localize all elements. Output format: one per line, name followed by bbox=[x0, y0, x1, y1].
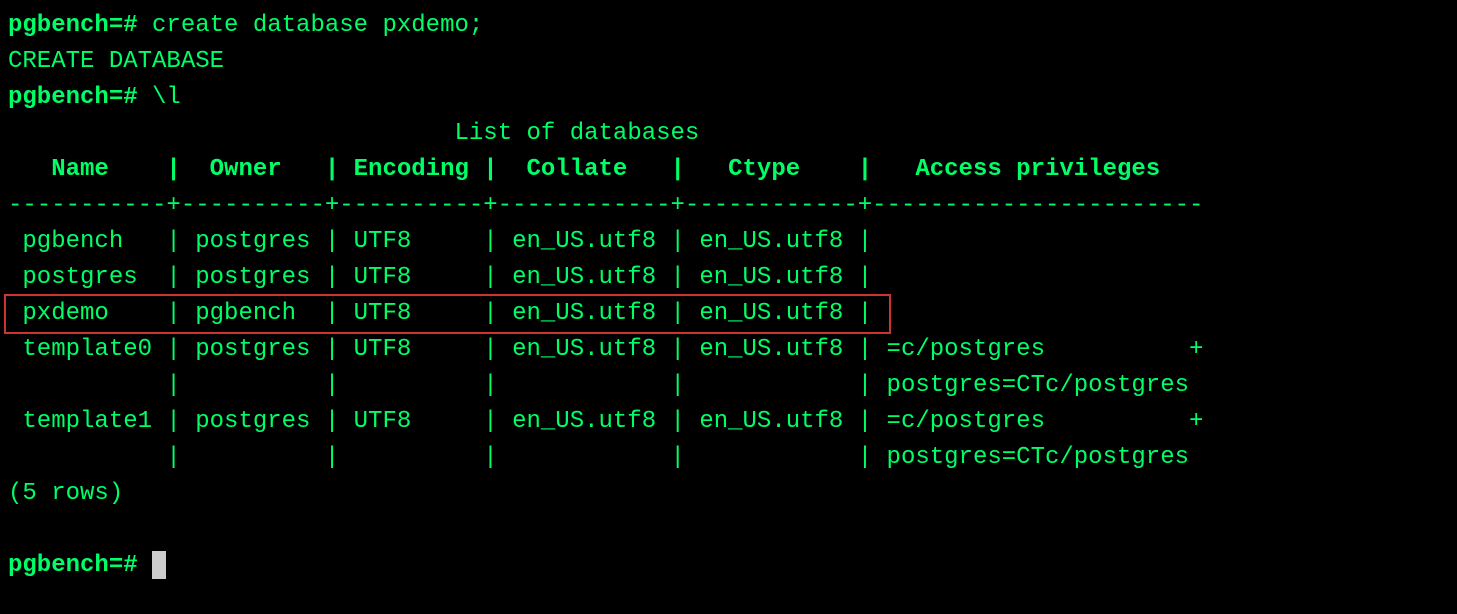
prompt-1: pgbench=# bbox=[8, 12, 138, 39]
prompt-2: pgbench=# bbox=[8, 84, 138, 111]
command-line-1: pgbench=# create database pxdemo; bbox=[8, 8, 1449, 44]
cursor-icon bbox=[152, 551, 166, 579]
command-line-active[interactable]: pgbench=# bbox=[8, 548, 1449, 584]
table-title: List of databases bbox=[454, 120, 699, 147]
blank-line bbox=[8, 512, 1449, 548]
table-row: template1 | postgres | UTF8 | en_US.utf8… bbox=[8, 404, 1449, 440]
command-1: create database pxdemo; bbox=[152, 12, 483, 39]
table-title-line: List of databases bbox=[8, 116, 1449, 152]
table-row: postgres | postgres | UTF8 | en_US.utf8 … bbox=[8, 260, 1449, 296]
table-separator: -----------+----------+----------+------… bbox=[8, 188, 1449, 224]
table-row: | | | | | postgres=CTc/postgres bbox=[8, 440, 1449, 476]
table-row: | | | | | postgres=CTc/postgres bbox=[8, 368, 1449, 404]
response-1: CREATE DATABASE bbox=[8, 44, 1449, 80]
table-headers: Name | Owner | Encoding | Collate | Ctyp… bbox=[8, 152, 1449, 188]
table-footer: (5 rows) bbox=[8, 476, 1449, 512]
prompt-active: pgbench=# bbox=[8, 552, 138, 579]
command-line-2: pgbench=# \l bbox=[8, 80, 1449, 116]
table-row: template0 | postgres | UTF8 | en_US.utf8… bbox=[8, 332, 1449, 368]
highlight-box: pxdemo | pgbench | UTF8 | en_US.utf8 | e… bbox=[4, 294, 891, 334]
table-row: pgbench | postgres | UTF8 | en_US.utf8 |… bbox=[8, 224, 1449, 260]
command-2: \l bbox=[152, 84, 181, 111]
table-row-highlighted: pxdemo | pgbench | UTF8 | en_US.utf8 | e… bbox=[8, 296, 1449, 332]
